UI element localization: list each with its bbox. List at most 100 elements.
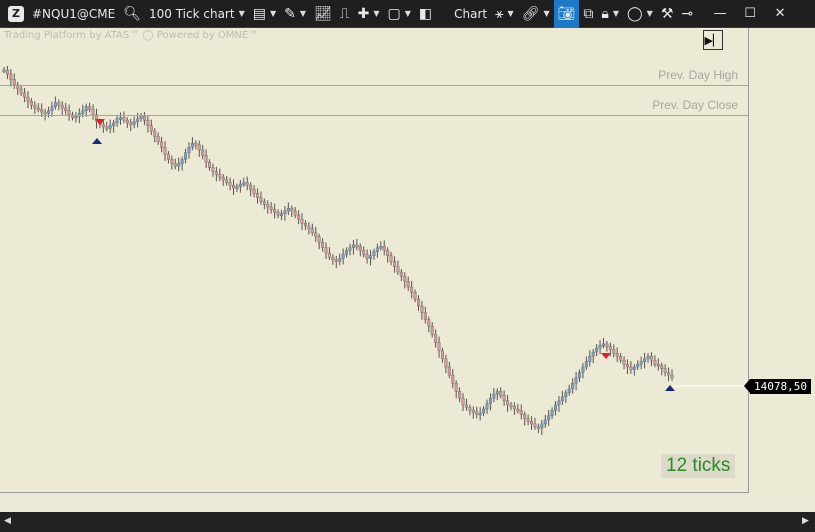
candle-body [656, 364, 660, 367]
candle-body [214, 171, 218, 175]
candle-body [417, 298, 421, 307]
candle-body [283, 210, 287, 214]
chevron-down-icon: ▼ [373, 9, 380, 18]
candle-body [403, 275, 407, 282]
candle-body [88, 106, 92, 110]
candle-body [341, 254, 345, 259]
horizontal-scrollbar[interactable]: ◀ ▶ [0, 512, 815, 532]
lock-icon: 🔒︎ [601, 5, 609, 22]
candle-body [649, 355, 653, 361]
candle-body [355, 244, 359, 248]
candle-body [444, 358, 448, 368]
template-button[interactable]: ⎍ [336, 0, 354, 28]
candle-body [26, 96, 30, 102]
candle-body [64, 107, 68, 111]
candle-body [252, 189, 256, 194]
panels-icon: ◧ [418, 5, 433, 22]
candle-body [149, 125, 153, 132]
trade-marks-button[interactable]: ⚹ ▼ [491, 0, 518, 28]
panels-button[interactable]: ◧ [415, 0, 436, 28]
candle-body [118, 117, 122, 120]
candle-body [605, 343, 609, 347]
candle-body [235, 186, 239, 189]
candle-body [314, 232, 318, 237]
search-icon[interactable]: 🔍︎ [119, 0, 145, 28]
candle-body [629, 366, 633, 370]
candle-body [303, 223, 307, 227]
drawing-tools-button[interactable]: ✎ ▼ [280, 0, 310, 28]
candle-body [574, 377, 578, 384]
candle-body [372, 251, 376, 256]
scroll-left-icon[interactable]: ◀ [4, 516, 11, 526]
candle-body [132, 121, 136, 125]
candle-body [269, 206, 273, 210]
logo-icon[interactable]: Z [0, 0, 28, 28]
candle-body [112, 122, 116, 126]
candle-body [530, 421, 534, 425]
candle-body [50, 106, 54, 111]
candle-body [557, 400, 561, 406]
candle-body [348, 247, 352, 251]
indicators-icon: ▤ [252, 5, 266, 22]
candle-body [622, 359, 626, 365]
candle-body [334, 259, 338, 263]
candle-body [478, 412, 482, 416]
screenshot-button[interactable]: 📷︎ [553, 0, 580, 28]
candle-body [180, 159, 184, 164]
candle-body [502, 395, 506, 402]
candle-body [427, 319, 431, 327]
chart-plot[interactable]: Trading Platform by ATAS™ ◯ Powered by O… [0, 28, 749, 493]
time-axis[interactable] [0, 494, 815, 512]
candle-body [434, 334, 438, 343]
candle-body [122, 117, 126, 121]
candle-body [454, 383, 458, 392]
candle-body [36, 107, 40, 111]
color-button[interactable]: ◯ ▼ [623, 0, 657, 28]
candle-body [653, 359, 657, 365]
price-axis[interactable] [750, 28, 810, 512]
autoscroll-button[interactable]: ▶▏ [703, 30, 723, 50]
lock-button[interactable]: 🔒︎ ▼ [597, 0, 623, 28]
candle-body [523, 414, 527, 419]
chart-area[interactable]: Trading Platform by ATAS™ ◯ Powered by O… [0, 28, 815, 512]
candle-body [345, 250, 349, 255]
candle-body [509, 404, 513, 408]
candle-body [351, 244, 355, 248]
candle-body [146, 119, 150, 126]
candle-body [468, 407, 472, 411]
prev-day-high-line [0, 85, 748, 86]
candle-body [273, 209, 277, 213]
scroll-right-icon[interactable]: ▶ [802, 516, 809, 526]
candle-body [595, 347, 599, 353]
candle-body [543, 419, 547, 425]
candle-body [365, 254, 369, 259]
candle-body [43, 111, 47, 115]
symbol-selector[interactable]: #NQU1@CME [28, 0, 119, 28]
candle-body [293, 210, 297, 216]
link-button[interactable]: 🔗︎ ▼ [518, 0, 554, 28]
pin-button[interactable]: ⊸ [677, 0, 697, 28]
indicators-button[interactable]: ▤ ▼ [249, 0, 280, 28]
close-button[interactable]: ✕ [765, 0, 795, 28]
crosshair-button[interactable]: ✚ ▼ [354, 0, 384, 28]
minimize-button[interactable]: — [705, 0, 735, 28]
candle-body [440, 350, 444, 360]
copy-button[interactable]: ⧉ [579, 0, 597, 28]
ticks-counter: 12 ticks [661, 454, 736, 478]
candle-body [601, 343, 605, 347]
layout-button[interactable]: ▢ ▼ [384, 0, 415, 28]
candle-body [232, 185, 236, 189]
chart-type-button[interactable]: 📈︎ [310, 0, 336, 28]
tools-button[interactable]: ⚒ [657, 0, 678, 28]
maximize-button[interactable]: ☐ [735, 0, 765, 28]
candle-body [228, 182, 232, 186]
candle-body [554, 404, 558, 411]
chart-menu[interactable]: Chart [450, 0, 491, 28]
candle-body [499, 391, 503, 396]
candle-body [255, 193, 259, 198]
line-chart-icon: 📈︎ [314, 5, 332, 22]
chevron-down-icon: ▼ [299, 9, 307, 18]
candle-body [84, 106, 88, 111]
timeframe-selector[interactable]: 100 Tick chart ▼ [145, 0, 249, 28]
candle-body [464, 404, 468, 408]
